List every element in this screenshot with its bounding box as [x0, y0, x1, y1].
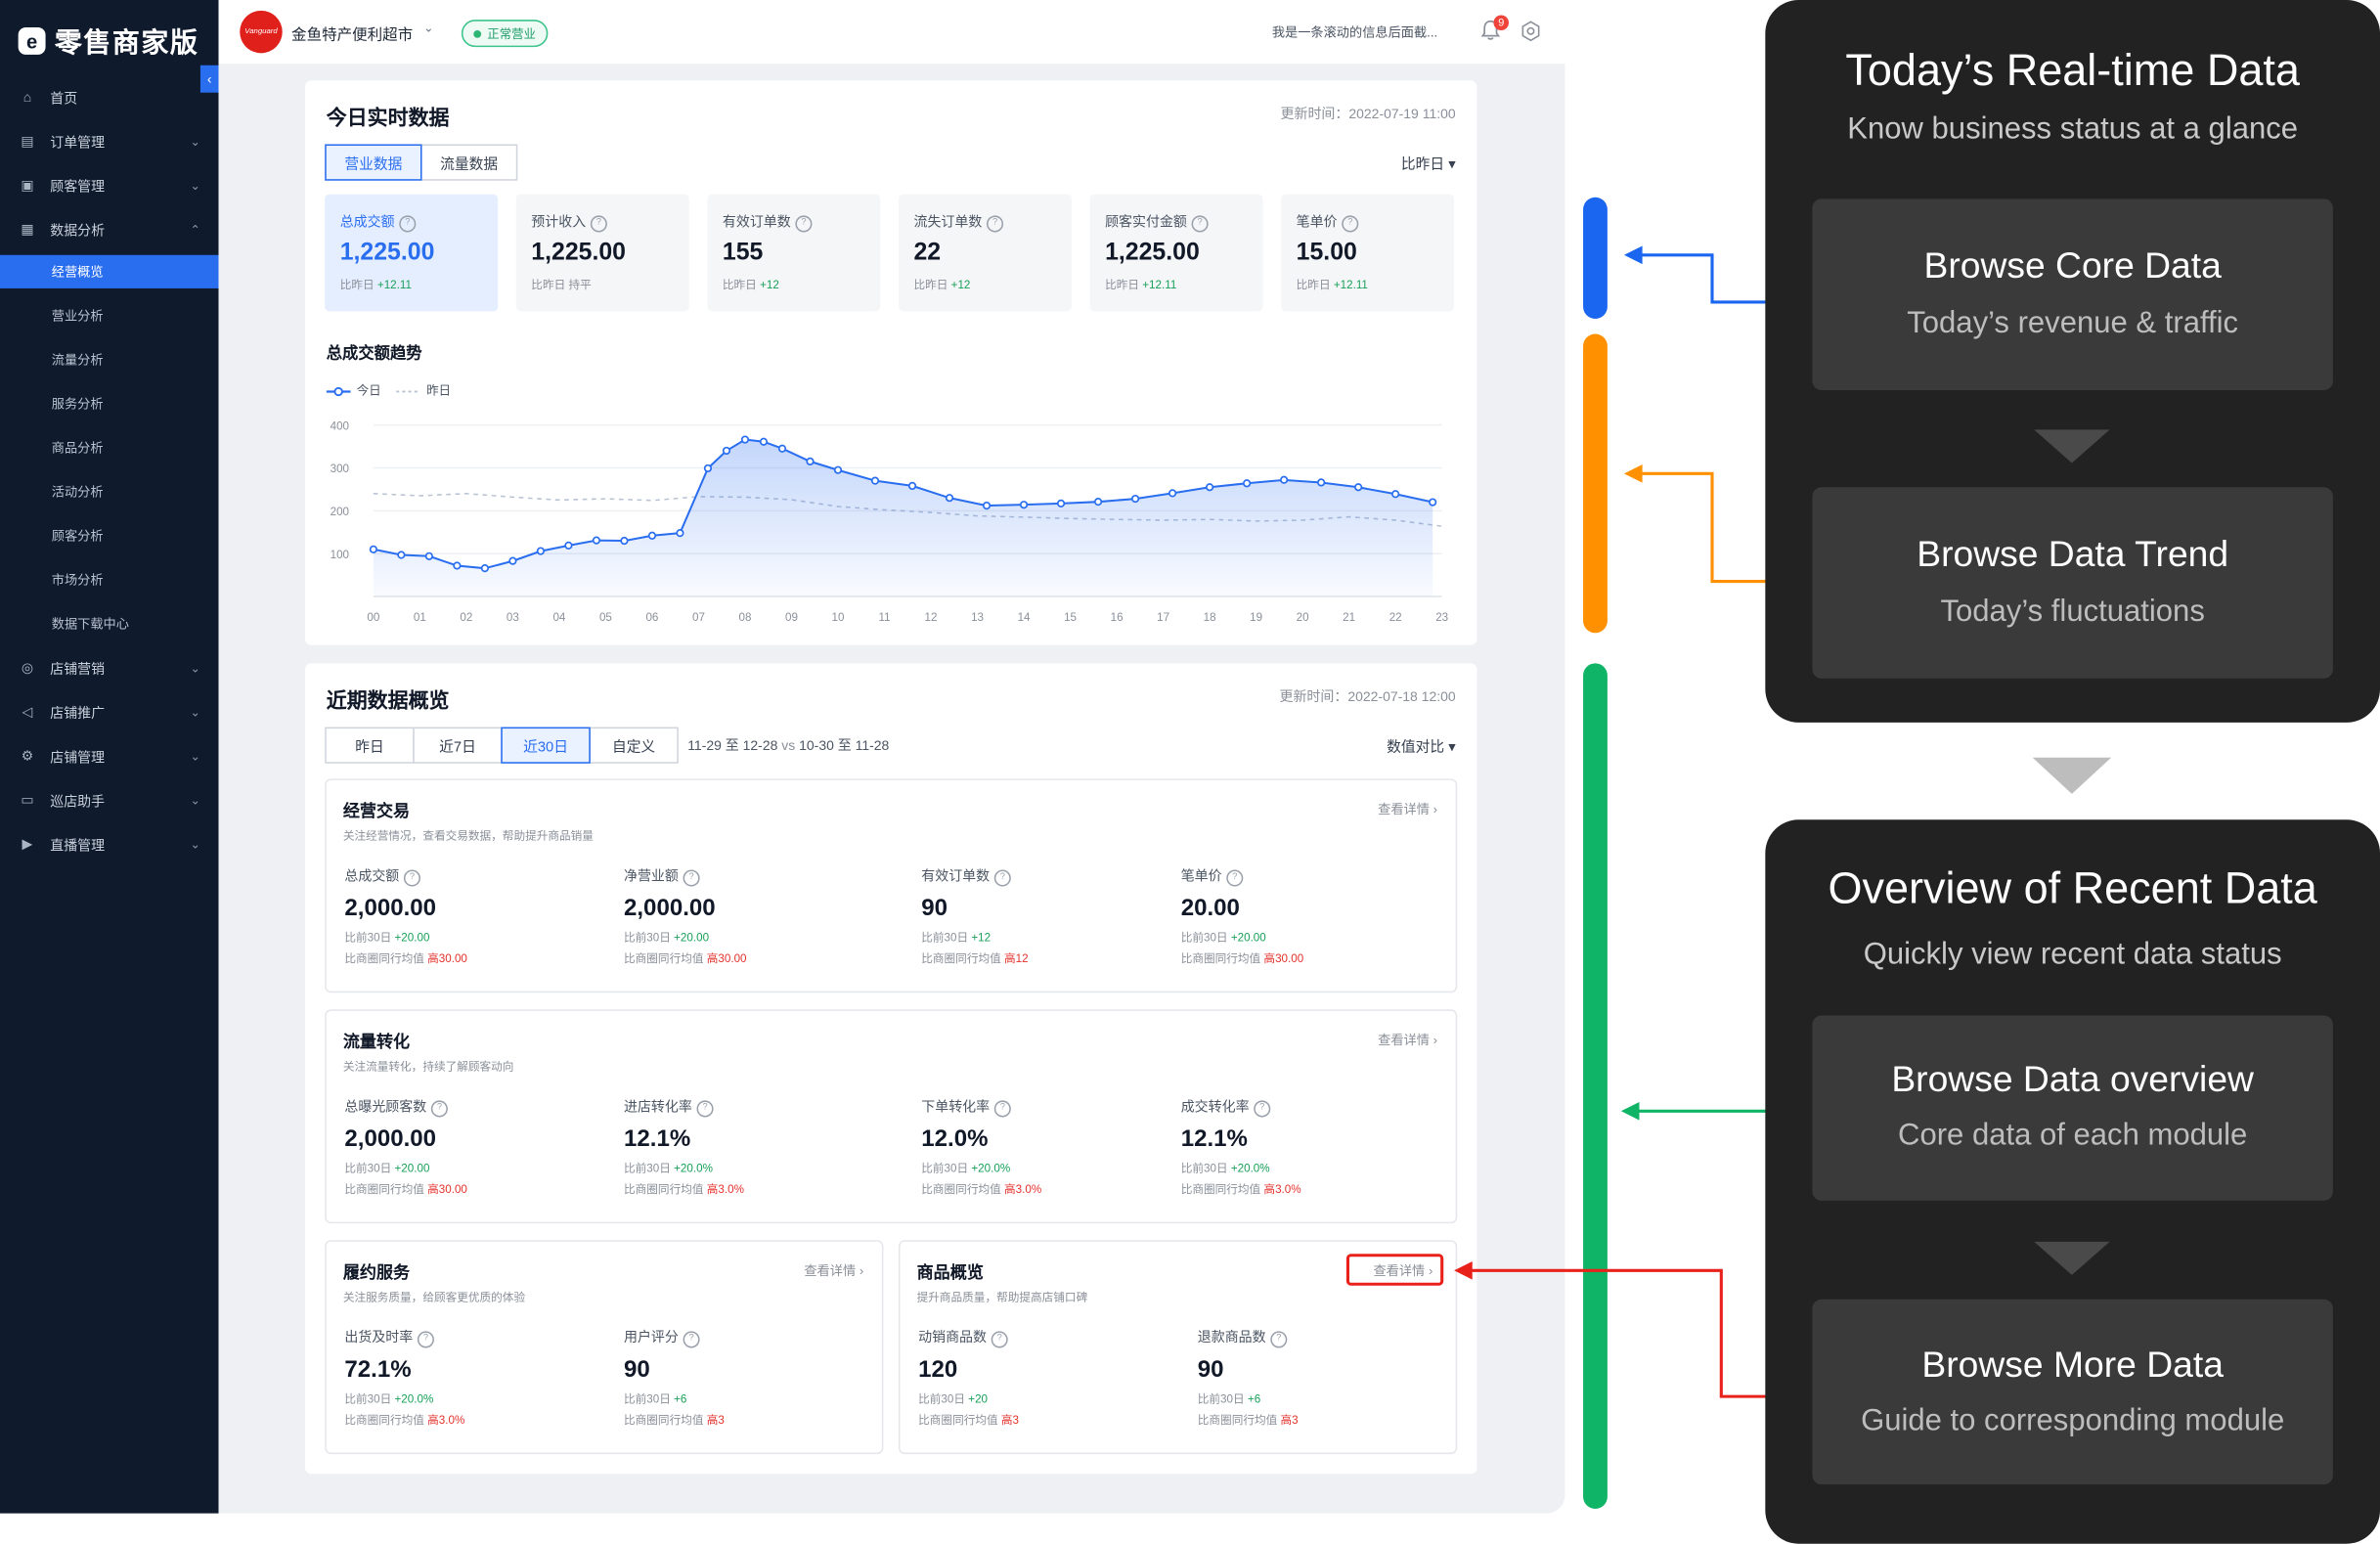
annotation-box-overview: Browse Data overview Core data of each m… [1812, 1015, 2333, 1201]
annotation-box-core: Browse Core Data Today’s revenue & traff… [1812, 199, 2333, 390]
recent-annotation-panel: Overview of Recent Data Quickly view rec… [1765, 819, 2380, 1544]
realtime-annotation-panel: Today’s Real-time Data Know business sta… [1765, 0, 2380, 723]
annotation-box-trend: Browse Data Trend Today’s fluctuations [1812, 487, 2333, 679]
down-arrow-icon [2034, 1241, 2110, 1275]
panel-subtitle: Quickly view recent data status [1863, 938, 2282, 972]
range-30days[interactable]: 近30日 [501, 727, 591, 764]
panel-title: Today’s Real-time Data [1845, 47, 2300, 96]
panel-subtitle: Know business status at a glance [1847, 111, 2299, 147]
down-arrow-icon [2032, 757, 2112, 794]
down-arrow-icon [2034, 429, 2110, 463]
tab-business-data[interactable]: 营业数据 [325, 144, 422, 181]
panel-title: Overview of Recent Data [1828, 864, 2317, 914]
annotation-box-more: Browse More Data Guide to corresponding … [1812, 1299, 2333, 1485]
